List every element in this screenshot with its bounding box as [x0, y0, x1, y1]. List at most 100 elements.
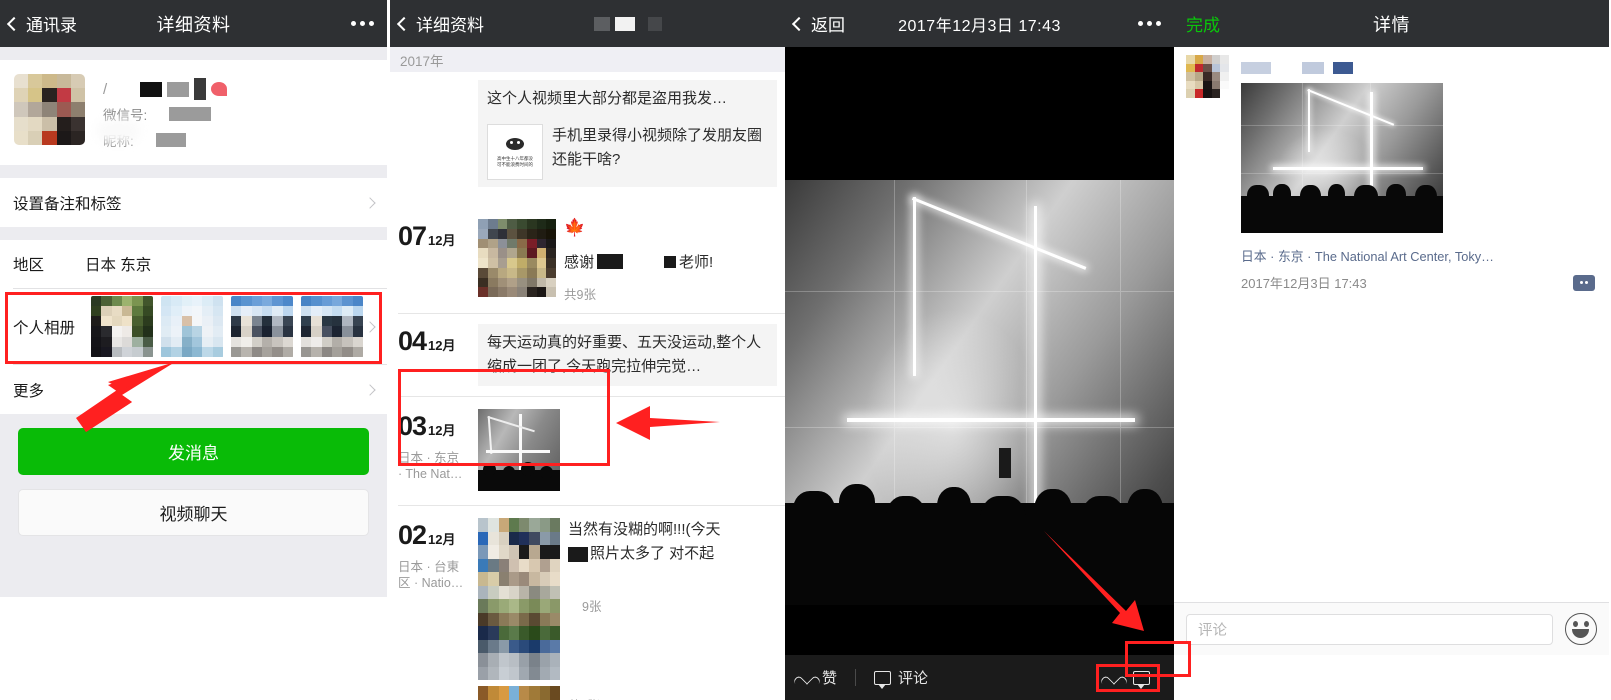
comment-input[interactable]: 评论: [1186, 613, 1553, 645]
emoji-redacted-icon: [211, 82, 228, 96]
album-thumbnails[interactable]: [91, 295, 363, 358]
comment-bar: 评论: [1174, 602, 1609, 655]
moment-day: 02: [398, 520, 427, 550]
heart-icon: [799, 671, 815, 685]
name-separator: /: [103, 80, 108, 98]
section-spacer: [0, 47, 387, 60]
moment-entry[interactable]: 02 12月 日本 · 台東 区 · Natio… 当然有没糊的啊!!!(今天 …: [390, 506, 785, 700]
comment-button[interactable]: 评论: [874, 667, 928, 689]
screenshot-root: 通讯录 详细资料 / 微信号: 设置备注和标签 地区 日本 东京 个人相册 更多…: [0, 0, 1611, 700]
post-location[interactable]: 日本 · 东京 · The National Art Center, Toky…: [1241, 246, 1597, 265]
post-timestamp-row: 2017年12月3日 17:43: [1241, 273, 1597, 292]
back-to-contacts-button[interactable]: 通讯录: [0, 11, 77, 36]
set-remark-label: 设置备注和标签: [13, 195, 122, 213]
chevron-left-icon: [791, 16, 807, 31]
moment-month: 12月: [428, 423, 456, 438]
back-button[interactable]: 返回: [785, 11, 845, 36]
redacted-text: [568, 546, 588, 562]
moment-entry[interactable]: 这个人视频里大部分都是盗用我发… 高中生十八年都没 可不能浪费时间的 手机里录得…: [390, 72, 785, 197]
section-spacer: [0, 165, 387, 178]
album-thumb-2[interactable]: [161, 295, 223, 358]
action-button-area: 发消息 视频聊天: [0, 414, 387, 597]
done-button[interactable]: 完成: [1174, 11, 1220, 36]
video-chat-button[interactable]: 视频聊天: [18, 489, 369, 536]
maple-leaf-icon: 🍁: [564, 218, 586, 237]
display-name-row: /: [103, 77, 373, 101]
album-thumb-1[interactable]: [91, 295, 153, 358]
chevron-left-icon: [396, 16, 412, 31]
moment-entry-highlighted[interactable]: 03 12月 日本 · 东京 · The Nat…: [390, 397, 785, 505]
speech-bubble-icon[interactable]: [1133, 670, 1150, 689]
personal-album-row[interactable]: 个人相册: [0, 289, 387, 364]
album-thumb-4[interactable]: [301, 295, 363, 358]
moment-text: 当然有没糊的啊!!!(今天: [568, 521, 721, 538]
post-photo[interactable]: [1241, 83, 1443, 233]
back-label: 详细资料: [416, 16, 484, 35]
personal-album-label: 个人相册: [13, 319, 76, 337]
detail-content: 日本 · 东京 · The National Art Center, Toky……: [1174, 47, 1609, 655]
panel2-navbar: 详细资料: [390, 0, 785, 47]
video-thumbnail[interactable]: 高中生十八年都没 可不能浪费时间的: [487, 124, 543, 180]
moment-body: [478, 409, 785, 491]
album-thumb-3[interactable]: [231, 295, 293, 358]
moment-month: 12月: [428, 338, 456, 353]
panel1-navbar: 通讯录 详细资料: [0, 0, 387, 47]
more-actions-icon[interactable]: [1573, 274, 1595, 291]
post-main: 日本 · 东京 · The National Art Center, Toky……: [1229, 55, 1597, 292]
back-label: 通讯录: [26, 16, 77, 35]
location-line-1: 日本 · 东京: [398, 451, 460, 465]
location-line-2: · The Nat…: [398, 467, 463, 481]
panel-contact-profile: 通讯录 详细资料 / 微信号: 设置备注和标签 地区 日本 东京 个人相册 更多…: [0, 0, 387, 700]
spacer: [390, 197, 785, 209]
ellipsis-icon[interactable]: [351, 21, 387, 26]
location-line-1: 日本 · 台東: [398, 560, 460, 574]
heart-icon[interactable]: [1106, 671, 1122, 685]
profile-card[interactable]: / 微信号: 昵称:: [0, 60, 387, 165]
moment-entry[interactable]: 07 12月 🍁 感谢 老师! 共9张: [390, 209, 785, 313]
viewer-action-bar: 赞 评论: [785, 655, 1174, 700]
photo-viewer-stage[interactable]: 赞 评论: [785, 47, 1174, 700]
moment-body: 每天运动真的好重要、五天没运动,整个人缩成一团了,今天跑完拉伸完觉…: [478, 324, 785, 386]
region-value: 日本 东京: [85, 257, 152, 274]
speech-bubble-icon: [874, 670, 892, 689]
profile-row[interactable]: / 微信号: 昵称:: [0, 60, 387, 165]
moment-date: 04 12月: [398, 324, 478, 386]
smiley-icon[interactable]: [1565, 613, 1597, 645]
redacted-name-3: [194, 78, 207, 100]
quick-action-group[interactable]: [1096, 663, 1160, 692]
chevron-right-icon: [364, 383, 376, 396]
moment-text-2: 老师!: [679, 254, 714, 271]
info-card: 地区 日本 东京 个人相册 更多: [0, 240, 387, 414]
panel3-navbar: 返回 2017年12月3日 17:43: [785, 0, 1174, 47]
moment-date: [398, 80, 478, 187]
moment-location: 日本 · 东京 · The Nat…: [398, 450, 478, 482]
divider: [855, 669, 857, 686]
moment-photo-stack[interactable]: [478, 518, 560, 700]
sidebar-item-set-remark[interactable]: 设置备注和标签: [0, 178, 387, 227]
avatar[interactable]: [14, 74, 85, 145]
moment-photo-thumbnail[interactable]: [478, 409, 560, 491]
avatar[interactable]: [1186, 55, 1229, 98]
full-photo[interactable]: [785, 180, 1174, 605]
redacted-nav-title: [594, 16, 662, 31]
moment-video-card[interactable]: 高中生十八年都没 可不能浪费时间的 手机里录得小视频除了发朋友圈还能干啥?: [478, 118, 777, 187]
back-to-profile-button[interactable]: 详细资料: [390, 11, 484, 36]
moment-text: 这个人视频里大部分都是盗用我发…: [478, 80, 777, 118]
redacted-text-2: [664, 255, 677, 268]
like-button[interactable]: 赞: [799, 667, 837, 688]
moment-day: 04: [398, 326, 427, 356]
send-message-button[interactable]: 发消息: [18, 428, 369, 475]
ellipsis-icon[interactable]: [1138, 21, 1174, 26]
moment-month: 12月: [428, 233, 456, 248]
panel4-navbar: 完成 详情: [1174, 0, 1609, 47]
sidebar-item-more[interactable]: 更多: [0, 365, 387, 414]
panel-moments-timeline: 详细资料 2017年 这个人视频里大部分都是盗用我发… 高中生十八年都没 可不能…: [390, 0, 785, 700]
year-header: 2017年: [390, 47, 785, 72]
moment-photo-mosaic[interactable]: [478, 219, 556, 297]
moment-day: 07: [398, 221, 427, 251]
post-timestamp: 2017年12月3日 17:43: [1241, 276, 1367, 291]
location-line-2: 区 · Natio…: [398, 576, 464, 590]
moment-body: 当然有没糊的啊!!!(今天 照片太多了 对不起 9张 共2张: [478, 518, 785, 700]
moment-entry[interactable]: 04 12月 每天运动真的好重要、五天没运动,整个人缩成一团了,今天跑完拉伸完觉…: [390, 314, 785, 396]
moment-date: 02 12月 日本 · 台東 区 · Natio…: [398, 518, 478, 700]
